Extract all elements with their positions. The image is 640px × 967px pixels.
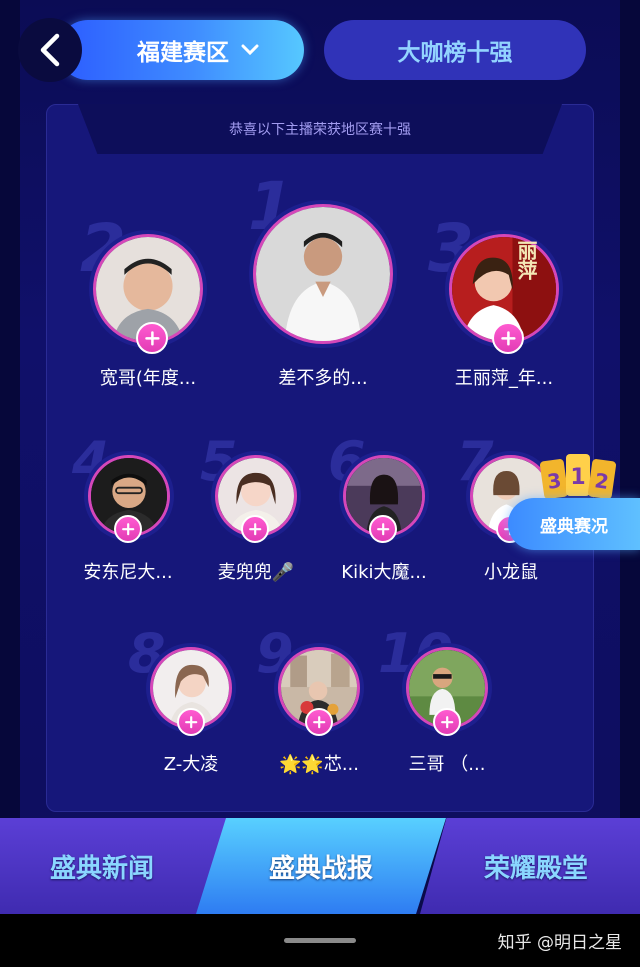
- avatar-rank-1[interactable]: [253, 204, 393, 344]
- tab-label: 荣耀殿堂: [483, 853, 588, 884]
- streamer-name: Z-大凌: [163, 754, 219, 775]
- event-status-button[interactable]: 盛典赛况: [508, 498, 640, 550]
- streamer-name: 宽哥(年度...: [99, 368, 197, 389]
- plus-icon: [500, 330, 516, 346]
- plus-icon: [144, 330, 160, 346]
- streamer-name: 🌟🌟芯...: [279, 754, 359, 775]
- back-arrow-icon: [40, 33, 60, 67]
- streamer-name: 差不多的...: [278, 368, 368, 389]
- right-edge: [620, 0, 640, 820]
- back-button[interactable]: [18, 18, 82, 82]
- region-selector-button[interactable]: 福建赛区: [58, 20, 304, 80]
- top10-label: 大咖榜十强: [397, 40, 513, 66]
- follow-button[interactable]: [369, 515, 397, 543]
- tab-battle-report[interactable]: 盛典战报: [196, 818, 446, 914]
- streamer-name: 小龙鼠: [484, 562, 538, 583]
- event-status-label: 盛典赛况: [540, 516, 608, 537]
- tab-news[interactable]: 盛典新闻: [0, 818, 230, 914]
- follow-button[interactable]: [177, 708, 205, 736]
- streamer-name: 王丽萍_年...: [454, 368, 554, 389]
- streamer-name: 安东尼大...: [83, 562, 173, 583]
- follow-button[interactable]: [241, 515, 269, 543]
- tab-label: 盛典新闻: [49, 853, 154, 884]
- follow-button[interactable]: [433, 708, 461, 736]
- follow-button[interactable]: [136, 322, 168, 354]
- plus-icon: [184, 715, 198, 729]
- follow-button[interactable]: [305, 708, 333, 736]
- streamer-name: 麦兜兜🎤: [217, 562, 295, 583]
- chevron-down-icon: [241, 44, 259, 56]
- watermark: 知乎 @明日之星: [497, 933, 622, 953]
- avatar-text: 丽萍: [514, 240, 538, 280]
- left-edge: [0, 0, 20, 820]
- region-label: 福建赛区: [137, 40, 229, 66]
- tab-label: 盛典战报: [268, 853, 373, 884]
- tab-hall-of-fame[interactable]: 荣耀殿堂: [420, 818, 640, 914]
- plus-icon: [248, 522, 262, 536]
- plus-icon: [312, 715, 326, 729]
- calendar-icon: 3 1 2: [540, 454, 617, 499]
- panel-subtitle: 恭喜以下主播荣获地区赛十强: [229, 122, 411, 138]
- home-indicator[interactable]: [284, 938, 356, 943]
- avatar-image: [256, 207, 390, 341]
- plus-icon: [440, 715, 454, 729]
- streamer-name: Kiki大魔...: [341, 562, 427, 583]
- top10-tab-button[interactable]: 大咖榜十强: [324, 20, 586, 80]
- app-stage: 福建赛区 大咖榜十强 恭喜以下主播荣获地区赛十强 1 差不多的... 2 宽哥(…: [0, 0, 640, 967]
- svg-text:1: 1: [570, 465, 585, 490]
- follow-button[interactable]: [114, 515, 142, 543]
- panel-subtitle-banner: 恭喜以下主播荣获地区赛十强: [78, 104, 562, 154]
- streamer-name: 三哥 （...: [408, 754, 486, 775]
- follow-button[interactable]: [492, 322, 524, 354]
- plus-icon: [376, 522, 390, 536]
- plus-icon: [121, 522, 135, 536]
